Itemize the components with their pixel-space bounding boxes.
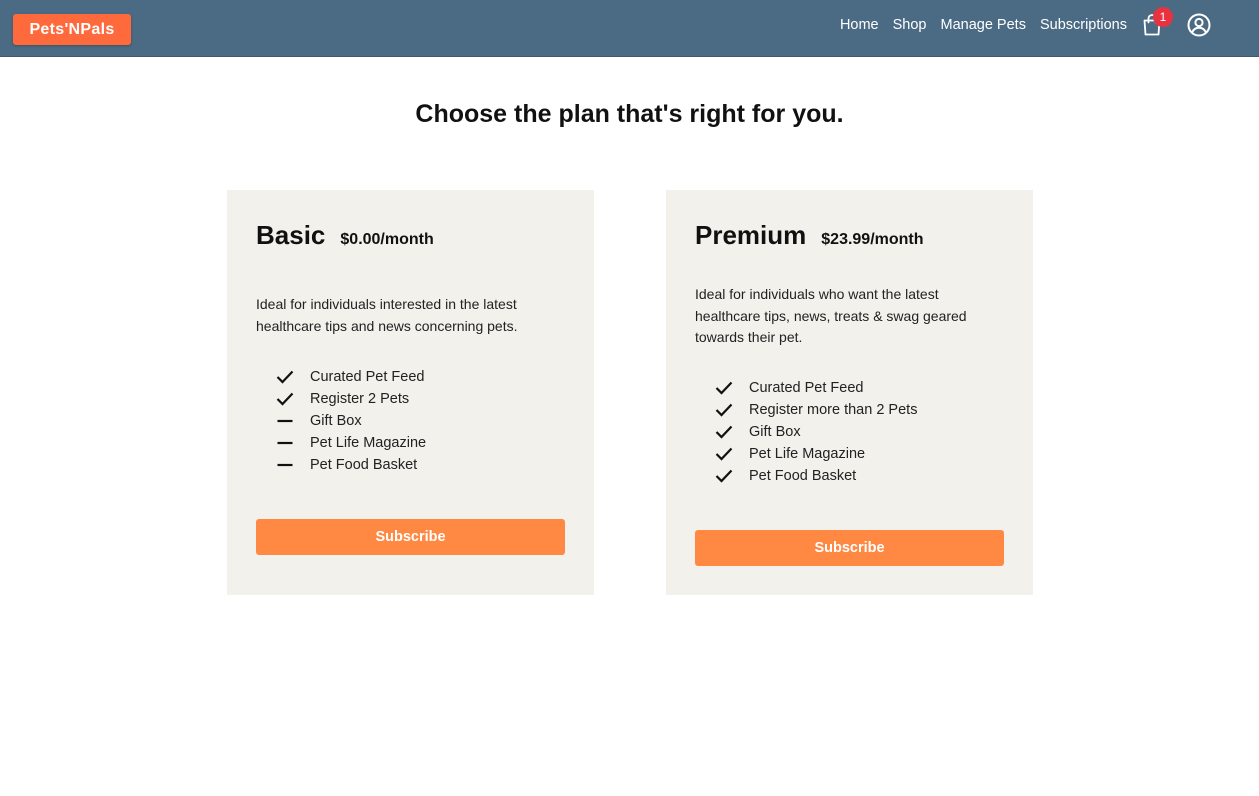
feature-label: Gift Box bbox=[310, 413, 362, 429]
dash-icon bbox=[276, 457, 294, 473]
feature-label: Register 2 Pets bbox=[310, 391, 410, 407]
brand-logo[interactable]: Pets'NPals bbox=[13, 14, 131, 45]
feature-item: Gift Box bbox=[715, 421, 917, 443]
plan-price: $23.99/month bbox=[821, 231, 924, 248]
feature-label: Curated Pet Feed bbox=[749, 380, 864, 396]
feature-item: Pet Food Basket bbox=[715, 465, 917, 487]
check-icon bbox=[715, 424, 733, 440]
feature-list: Curated Pet Feed Register 2 Pets Gift Bo… bbox=[276, 366, 426, 476]
feature-item: Pet Life Magazine bbox=[715, 443, 917, 465]
check-icon bbox=[276, 391, 294, 407]
user-circle-icon[interactable] bbox=[1187, 13, 1211, 37]
plan-header: Basic $0.00/month bbox=[256, 220, 434, 251]
subscribe-button-basic[interactable]: Subscribe bbox=[256, 519, 565, 555]
plan-price: $0.00/month bbox=[340, 231, 434, 248]
page-title: Choose the plan that's right for you. bbox=[415, 100, 844, 128]
feature-item: Pet Food Basket bbox=[276, 454, 426, 476]
feature-item: Register more than 2 Pets bbox=[715, 399, 917, 421]
feature-item: Register 2 Pets bbox=[276, 388, 426, 410]
check-icon bbox=[715, 446, 733, 462]
feature-label: Gift Box bbox=[749, 424, 801, 440]
plan-card-basic: Basic $0.00/month Ideal for individuals … bbox=[227, 190, 594, 595]
feature-item: Pet Life Magazine bbox=[276, 432, 426, 454]
feature-item: Curated Pet Feed bbox=[276, 366, 426, 388]
feature-item: Curated Pet Feed bbox=[715, 377, 917, 399]
feature-label: Pet Food Basket bbox=[749, 468, 857, 484]
feature-label: Pet Food Basket bbox=[310, 457, 418, 473]
nav-link-manage-pets[interactable]: Manage Pets bbox=[941, 17, 1026, 33]
check-icon bbox=[715, 468, 733, 484]
feature-label: Pet Life Magazine bbox=[749, 446, 866, 462]
check-icon bbox=[276, 369, 294, 385]
subscribe-button-premium[interactable]: Subscribe bbox=[695, 530, 1004, 566]
plan-description: Ideal for individuals who want the lates… bbox=[695, 286, 967, 345]
plan-description: Ideal for individuals interested in the … bbox=[256, 296, 518, 334]
plan-name: Premium bbox=[695, 220, 807, 250]
plan-card-premium: Premium $23.99/month Ideal for individua… bbox=[666, 190, 1033, 595]
plan-name: Basic bbox=[256, 220, 326, 250]
main-nav: Home Shop Manage Pets Subscriptions bbox=[840, 0, 1127, 50]
check-icon bbox=[715, 380, 733, 396]
dash-icon bbox=[276, 413, 294, 429]
feature-label: Pet Life Magazine bbox=[310, 435, 427, 451]
nav-link-subscriptions[interactable]: Subscriptions bbox=[1040, 17, 1127, 33]
plan-header: Premium $23.99/month bbox=[695, 220, 924, 251]
cart-count-badge: 1 bbox=[1153, 7, 1173, 27]
nav-link-shop[interactable]: Shop bbox=[893, 17, 927, 33]
feature-label: Curated Pet Feed bbox=[310, 369, 425, 385]
top-navbar: Pets'NPals Home Shop Manage Pets Subscri… bbox=[0, 0, 1259, 57]
feature-list: Curated Pet Feed Register more than 2 Pe… bbox=[715, 377, 917, 487]
feature-label: Register more than 2 Pets bbox=[749, 402, 918, 418]
nav-link-home[interactable]: Home bbox=[840, 17, 879, 33]
feature-item: Gift Box bbox=[276, 410, 426, 432]
dash-icon bbox=[276, 435, 294, 451]
check-icon bbox=[715, 402, 733, 418]
